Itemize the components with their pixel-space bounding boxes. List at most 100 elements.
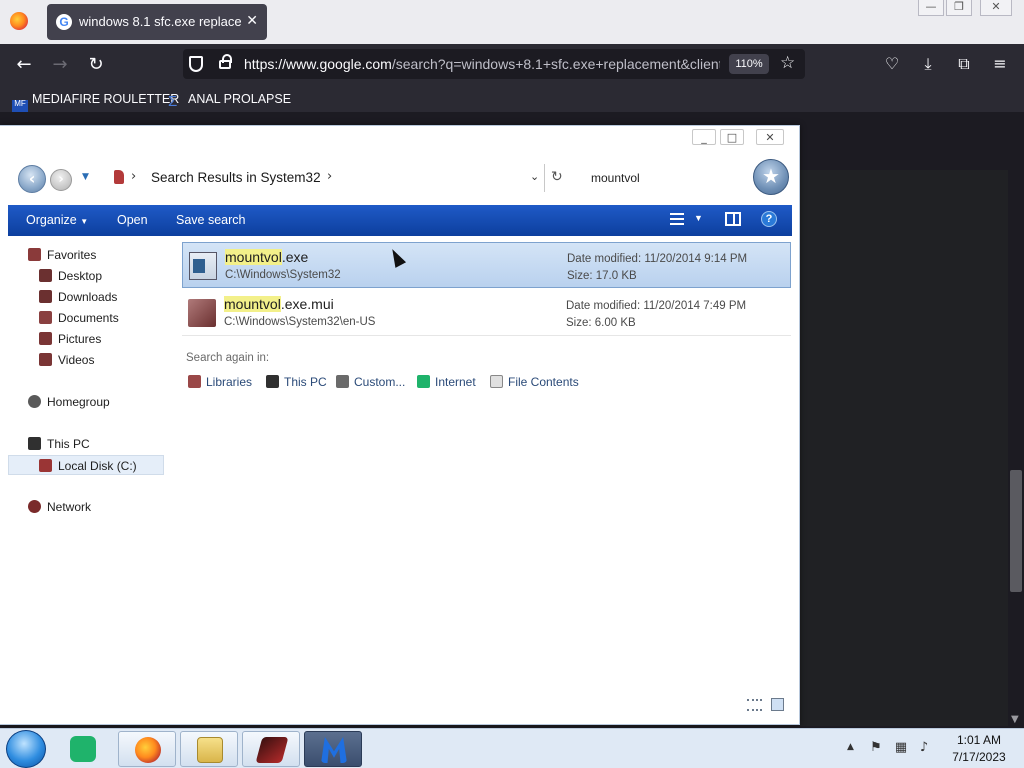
url-path: /search?q=windows+8.1+sfc.exe+replacemen…	[391, 56, 720, 72]
nav-item-label: Videos	[58, 353, 95, 367]
recent-locations-dropdown-icon[interactable]: ▼	[82, 172, 89, 182]
navigation-toolbar: ← → ↻ https://www.google.com/search?q=wi…	[0, 44, 1024, 84]
nav-item-homegroup[interactable]: Homegroup	[28, 392, 110, 412]
result-row[interactable]: mountvol.exe.mui C:\Windows\System32\en-…	[182, 290, 791, 336]
start-orb-button[interactable]	[6, 730, 46, 768]
explorer-close-button[interactable]: ✕	[756, 129, 784, 145]
explorer-title-bar[interactable]: _ □ ✕	[0, 126, 799, 156]
network-tray-icon[interactable]: ▦	[893, 740, 909, 756]
volume-icon[interactable]: ♪	[916, 740, 932, 756]
search-again-this-pc[interactable]: This PC	[266, 373, 327, 391]
search-again-option-label: Libraries	[206, 375, 253, 389]
minimize-button[interactable]: —	[918, 0, 944, 16]
search-again-option-label: File Contents	[508, 375, 579, 389]
search-again-libraries[interactable]: Libraries	[188, 373, 252, 391]
open-button[interactable]: Open	[117, 213, 148, 227]
folder-icon	[197, 737, 223, 763]
close-window-button[interactable]: ✕	[980, 0, 1012, 16]
computer-icon	[28, 437, 41, 450]
bookmark-star-icon[interactable]: ☆	[780, 53, 795, 73]
bookmark-second[interactable]: Σ ANAL PROLAPSE	[168, 90, 291, 110]
clock-date[interactable]: 7/17/2023	[946, 750, 1012, 764]
drive-icon	[39, 459, 52, 472]
explorer-back-button[interactable]: ‹	[18, 165, 46, 193]
search-location-icon	[114, 170, 124, 184]
nav-item-this-pc[interactable]: This PC	[28, 434, 90, 454]
tab-title: windows 8.1 sfc.exe replacement	[79, 14, 241, 29]
explorer-minimize-button[interactable]: _	[692, 129, 716, 145]
chevron-down-icon[interactable]: ▼	[694, 213, 703, 223]
save-search-button[interactable]: Save search	[176, 213, 245, 227]
tab-close-icon[interactable]: ✕	[246, 12, 258, 29]
explorer-forward-button[interactable]: ›	[50, 169, 72, 191]
file-contents-icon	[490, 375, 503, 388]
preview-pane-icon[interactable]	[725, 212, 741, 226]
taskbar-app-firefox[interactable]	[118, 731, 176, 767]
action-center-flag-icon[interactable]: ⚑	[868, 740, 884, 756]
taskbar-app-malwarebytes[interactable]	[304, 731, 362, 767]
view-options-icon[interactable]	[670, 213, 684, 225]
taskbar-app-docs[interactable]	[56, 731, 114, 767]
nav-item-documents[interactable]: Documents	[39, 308, 119, 328]
nav-item-network[interactable]: Network	[28, 497, 91, 517]
taskbar-app-explorer[interactable]	[180, 731, 238, 767]
help-icon[interactable]: ?	[761, 211, 777, 227]
search-again-option-label: This PC	[284, 375, 327, 389]
bookmark-mediafire[interactable]: MF MEDIAFIRE ROULETTER	[12, 90, 180, 116]
nav-item-label: Documents	[58, 311, 119, 325]
menu-hamburger-icon[interactable]: ≡	[990, 54, 1010, 74]
details-view-icon[interactable]	[747, 699, 762, 711]
result-date-modified: Date modified: 11/20/2014 7:49 PM	[566, 300, 747, 312]
result-file-name: mountvol.exe.mui	[224, 296, 334, 312]
chevron-right-icon[interactable]: ›	[131, 169, 136, 184]
pocket-icon[interactable]: ♡	[882, 54, 902, 74]
search-match-highlight: mountvol	[225, 249, 282, 265]
search-again-internet[interactable]: Internet	[417, 373, 476, 391]
refresh-icon[interactable]: ↻	[551, 169, 563, 185]
nav-item-favorites[interactable]: Favorites	[28, 245, 96, 265]
navigation-pane: Favorites Desktop Downloads Documents Pi…	[8, 241, 168, 721]
network-icon	[28, 500, 41, 513]
reload-icon[interactable]: ↻	[85, 54, 107, 76]
scroll-down-arrow-icon[interactable]: ▼	[1011, 714, 1019, 725]
chevron-right-icon[interactable]: ›	[327, 169, 332, 184]
divider	[544, 164, 545, 192]
downloads-icon[interactable]: ⤓	[918, 54, 938, 74]
url-bar[interactable]: https://www.google.com/search?q=windows+…	[183, 49, 805, 79]
nav-item-label: This PC	[47, 437, 90, 451]
tracking-shield-icon[interactable]	[189, 56, 203, 72]
back-arrow-icon[interactable]: ←	[13, 54, 35, 76]
page-scrollbar-thumb[interactable]	[1010, 470, 1022, 592]
star-badge-icon[interactable]: ★	[753, 159, 789, 195]
nav-item-desktop[interactable]: Desktop	[39, 266, 102, 286]
large-icons-view-icon[interactable]	[771, 698, 784, 711]
search-again-custom[interactable]: Custom...	[336, 373, 405, 391]
url-text[interactable]: https://www.google.com/search?q=windows+…	[244, 56, 720, 72]
bookmark-label: MEDIAFIRE ROULETTER	[32, 92, 180, 106]
pictures-folder-icon	[39, 332, 52, 345]
search-input[interactable]: mountvol	[585, 164, 745, 192]
clock-time[interactable]: 1:01 AM	[946, 733, 1012, 747]
nav-item-label: Favorites	[47, 248, 97, 262]
breadcrumb[interactable]: Search Results in System32	[151, 170, 321, 185]
search-again-file-contents[interactable]: File Contents	[490, 373, 579, 391]
tab-active[interactable]: G windows 8.1 sfc.exe replacement ✕	[47, 4, 267, 40]
show-hidden-icons-chevron[interactable]: ▲	[847, 742, 854, 752]
file-name-suffix: .exe	[281, 249, 309, 265]
forward-arrow-icon[interactable]: →	[49, 54, 71, 76]
address-dropdown-icon[interactable]: ⌄	[530, 170, 539, 183]
result-row[interactable]: mountvol.exe C:\Windows\System32 Date mo…	[182, 242, 791, 288]
zoom-level-badge[interactable]: 110%	[729, 54, 769, 74]
firefox-icon[interactable]	[10, 12, 28, 30]
extensions-icon[interactable]: ⧉	[954, 54, 974, 74]
organize-button[interactable]: Organize ▼	[26, 213, 88, 227]
explorer-maximize-button[interactable]: □	[720, 129, 744, 145]
nav-item-downloads[interactable]: Downloads	[39, 287, 117, 307]
nav-item-videos[interactable]: Videos	[39, 350, 94, 370]
nav-item-label: Pictures	[58, 332, 102, 346]
lock-icon[interactable]	[219, 54, 232, 69]
restore-button[interactable]: ❐	[946, 0, 972, 16]
nav-item-pictures[interactable]: Pictures	[39, 329, 101, 349]
taskbar-app-hardware[interactable]	[242, 731, 300, 767]
nav-item-local-disk[interactable]: Local Disk (C:)	[8, 455, 164, 475]
